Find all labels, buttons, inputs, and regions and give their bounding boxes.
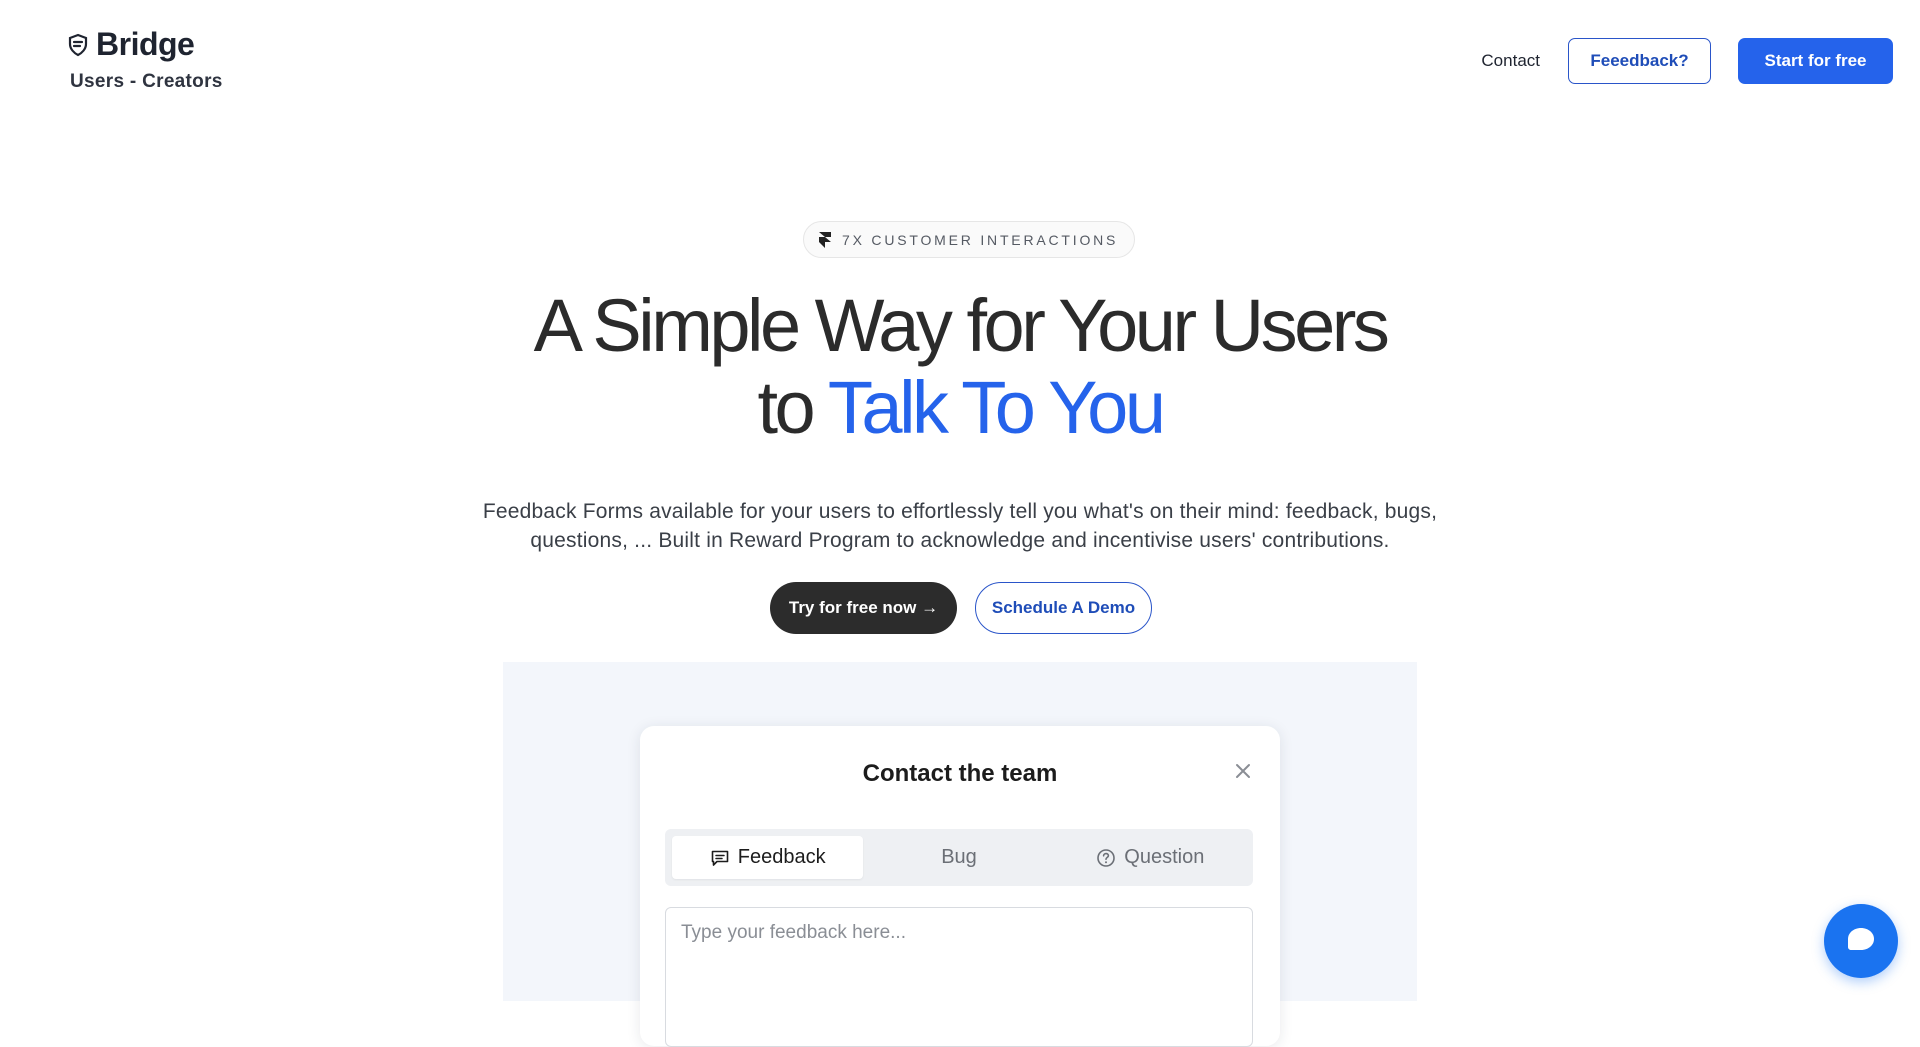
help-circle-icon <box>1096 848 1116 868</box>
modal-tabs: Feedback Bug Question <box>665 829 1253 886</box>
headline-line-2-prefix: to <box>757 366 828 449</box>
schedule-demo-button[interactable]: Schedule A Demo <box>975 582 1152 634</box>
feedback-textarea[interactable] <box>665 907 1253 1047</box>
site-header: Bridge Users - Creators Contact Feeedbac… <box>0 0 1920 120</box>
tab-bug-label: Bug <box>941 846 977 868</box>
close-icon[interactable] <box>1232 760 1254 782</box>
contact-link[interactable]: Contact <box>1481 51 1540 71</box>
hero-headline: A Simple Way for Your Users to Talk To Y… <box>0 285 1920 449</box>
tab-feedback[interactable]: Feedback <box>672 836 864 879</box>
feedback-button[interactable]: Feeedback? <box>1568 38 1711 84</box>
headline-line-1: A Simple Way for Your Users <box>533 284 1390 367</box>
subtext-line-1: Feedback Forms available for your users … <box>482 500 1438 523</box>
message-square-icon <box>710 848 730 868</box>
tab-question[interactable]: Question <box>1055 836 1246 879</box>
hero-cta-row: Try for free now → Schedule A Demo <box>770 582 1152 634</box>
shield-stack-icon <box>66 33 90 57</box>
hero-subtext: Feedback Forms available for your users … <box>0 497 1920 555</box>
tab-question-label: Question <box>1124 846 1205 868</box>
modal-title: Contact the team <box>862 760 1058 787</box>
brand-name: Bridge <box>96 26 195 62</box>
top-nav: Contact Feeedback? Start for free <box>1481 38 1893 84</box>
chat-launcher-button[interactable] <box>1824 904 1898 978</box>
framer-icon <box>818 231 832 248</box>
product-preview: Contact the team Feedback Bug Question T… <box>503 662 1417 1047</box>
start-for-free-button[interactable]: Start for free <box>1738 38 1893 84</box>
chat-bubble-icon <box>1847 927 1875 956</box>
tab-bug[interactable]: Bug <box>863 836 1054 879</box>
brand[interactable]: Bridge Users - Creators <box>66 26 223 93</box>
brand-tagline: Users - Creators <box>70 71 223 92</box>
contact-modal: Contact the team Feedback Bug Question T… <box>640 726 1280 1047</box>
try-for-free-button[interactable]: Try for free now → <box>770 582 957 634</box>
subtext-line-2: questions, ... Built in Reward Program t… <box>530 529 1390 552</box>
brand-row: Bridge <box>66 26 223 63</box>
tab-feedback-label: Feedback <box>737 846 826 868</box>
badge-text: 7X CUSTOMER INTERACTIONS <box>842 231 1119 248</box>
headline-accent: Talk To You <box>827 366 1166 449</box>
hero-badge: 7X CUSTOMER INTERACTIONS <box>803 221 1136 258</box>
